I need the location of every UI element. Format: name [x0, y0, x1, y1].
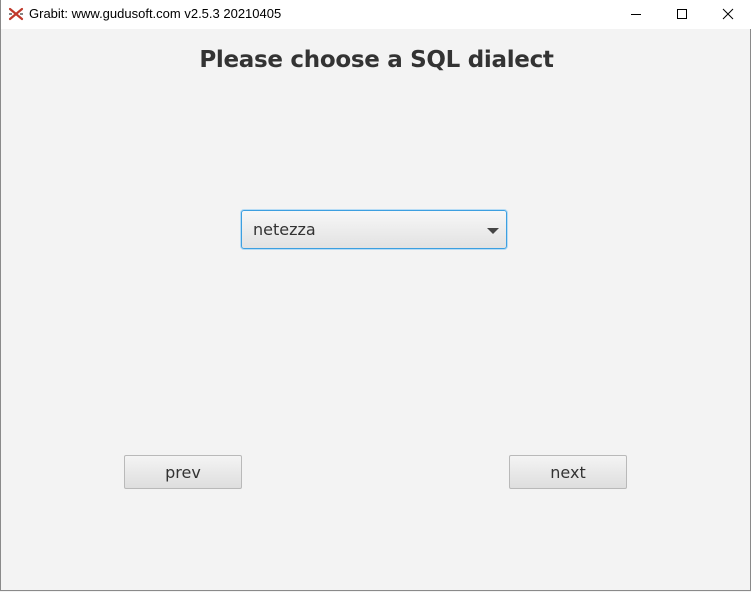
grabit-x-icon [8, 6, 24, 22]
chevron-down-icon [487, 228, 499, 234]
app-window: Grabit: www.gudusoft.com v2.5.3 20210405… [0, 0, 751, 591]
minimize-icon [630, 5, 642, 24]
dialect-selected-value: netezza [253, 220, 316, 239]
maximize-button[interactable] [659, 0, 705, 29]
page-title: Please choose a SQL dialect [199, 47, 554, 73]
minimize-button[interactable] [613, 0, 659, 29]
close-button[interactable] [705, 0, 751, 29]
close-icon [722, 5, 734, 24]
maximize-icon [676, 5, 688, 24]
next-button[interactable]: next [509, 455, 627, 489]
sql-dialect-dropdown[interactable]: netezza [241, 210, 507, 249]
prev-button[interactable]: prev [124, 455, 242, 489]
title-bar[interactable]: Grabit: www.gudusoft.com v2.5.3 20210405 [1, 0, 751, 29]
window-title: Grabit: www.gudusoft.com v2.5.3 20210405 [29, 6, 282, 21]
